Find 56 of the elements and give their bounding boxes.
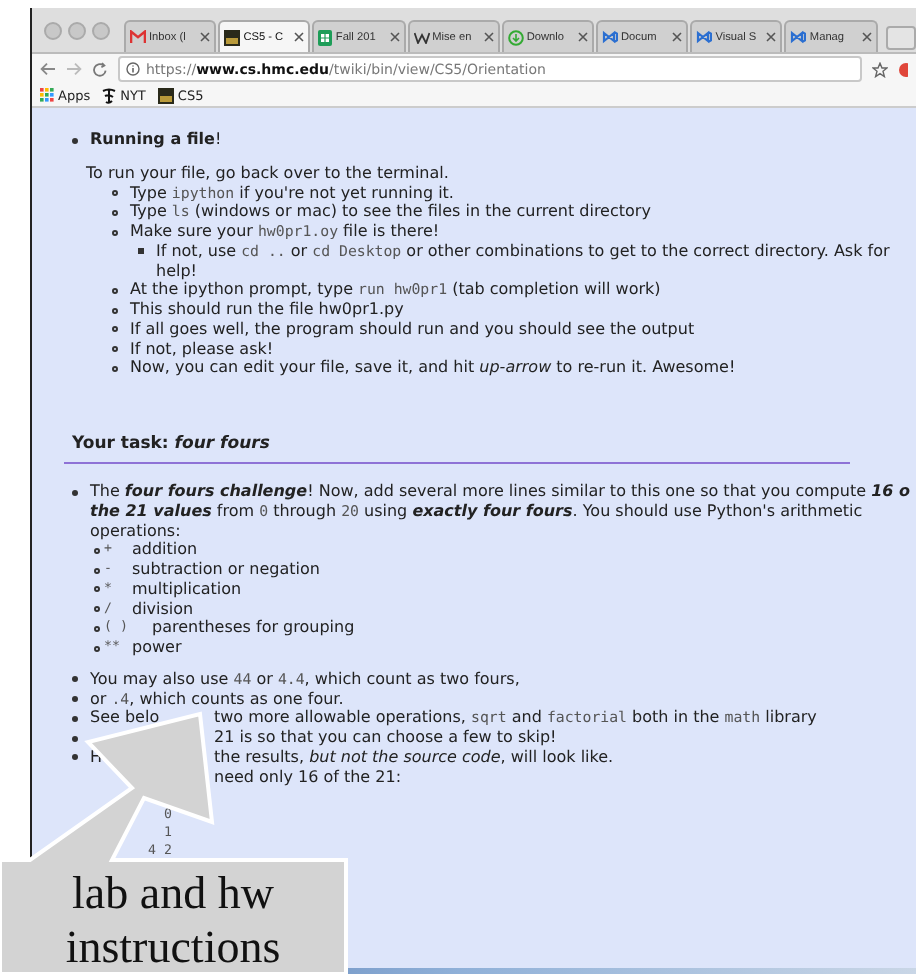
circle-arrow-icon	[507, 29, 524, 45]
bullet-icon	[112, 190, 118, 196]
info-icon[interactable]	[126, 62, 140, 76]
list-item-text: 21 is so that you can choose a few to skip!	[212, 728, 559, 748]
bullet-icon	[72, 489, 78, 495]
bullet-icon	[72, 676, 78, 683]
bullet-icon	[72, 735, 78, 741]
close-icon[interactable]	[861, 32, 872, 42]
paragraph-text: To run your file, go back over to the terminal.	[86, 163, 451, 183]
close-icon[interactable]	[389, 32, 400, 42]
close-icon[interactable]	[483, 32, 494, 42]
w-icon	[413, 31, 430, 43]
bullet-icon	[94, 547, 100, 554]
bullet-icon	[72, 715, 78, 722]
infinity-icon	[696, 30, 713, 44]
spreadsheet-icon	[318, 29, 333, 45]
bullet-icon	[112, 229, 118, 235]
close-icon[interactable]	[578, 32, 589, 42]
close-icon[interactable]	[200, 32, 211, 42]
infinity-icon	[790, 30, 807, 44]
bullet-icon	[72, 754, 78, 761]
bullet-icon	[72, 137, 78, 143]
close-icon[interactable]	[672, 32, 683, 42]
list-item-text: If not, please ask!	[130, 339, 276, 359]
bullet-icon	[112, 365, 118, 372]
bullet-icon	[112, 209, 118, 216]
bullet-icon	[94, 645, 100, 651]
list-item-text: Running a file!	[90, 130, 224, 150]
list-item-text: Now, you can edit your file, save it, and hit up-arrow to re-run it. Awesome!	[130, 358, 738, 378]
section-heading: Your task: four fours	[64, 434, 850, 464]
logo-icon	[224, 29, 241, 45]
extension-icon[interactable]	[898, 61, 908, 77]
grid-icon	[40, 88, 54, 102]
bullet-icon	[112, 326, 118, 333]
callout-text: lab and hw	[72, 866, 274, 920]
bullet-icon	[138, 248, 144, 254]
back-icon[interactable]	[40, 62, 56, 76]
logo-icon	[157, 87, 174, 103]
bullet-icon	[72, 696, 78, 702]
reload-icon[interactable]	[92, 61, 108, 77]
bullet-icon	[112, 346, 118, 352]
list-item-text: If all goes well, the program should run and you should see the output	[130, 319, 697, 339]
bullet-icon	[94, 606, 100, 612]
emblem-icon	[102, 87, 117, 103]
mail-icon	[130, 30, 146, 44]
bullet-icon	[94, 625, 100, 632]
close-icon[interactable]	[294, 32, 305, 42]
bullet-icon	[112, 307, 118, 313]
close-icon[interactable]	[766, 32, 777, 42]
infinity-icon	[602, 30, 619, 44]
star-icon[interactable]	[872, 61, 888, 77]
callout-text: instructions	[65, 920, 281, 974]
bullet-icon	[94, 586, 100, 593]
bullet-icon	[112, 287, 118, 294]
list-item-text: This should run the file hw0pr1.py	[130, 300, 406, 320]
bullet-icon	[94, 567, 100, 573]
